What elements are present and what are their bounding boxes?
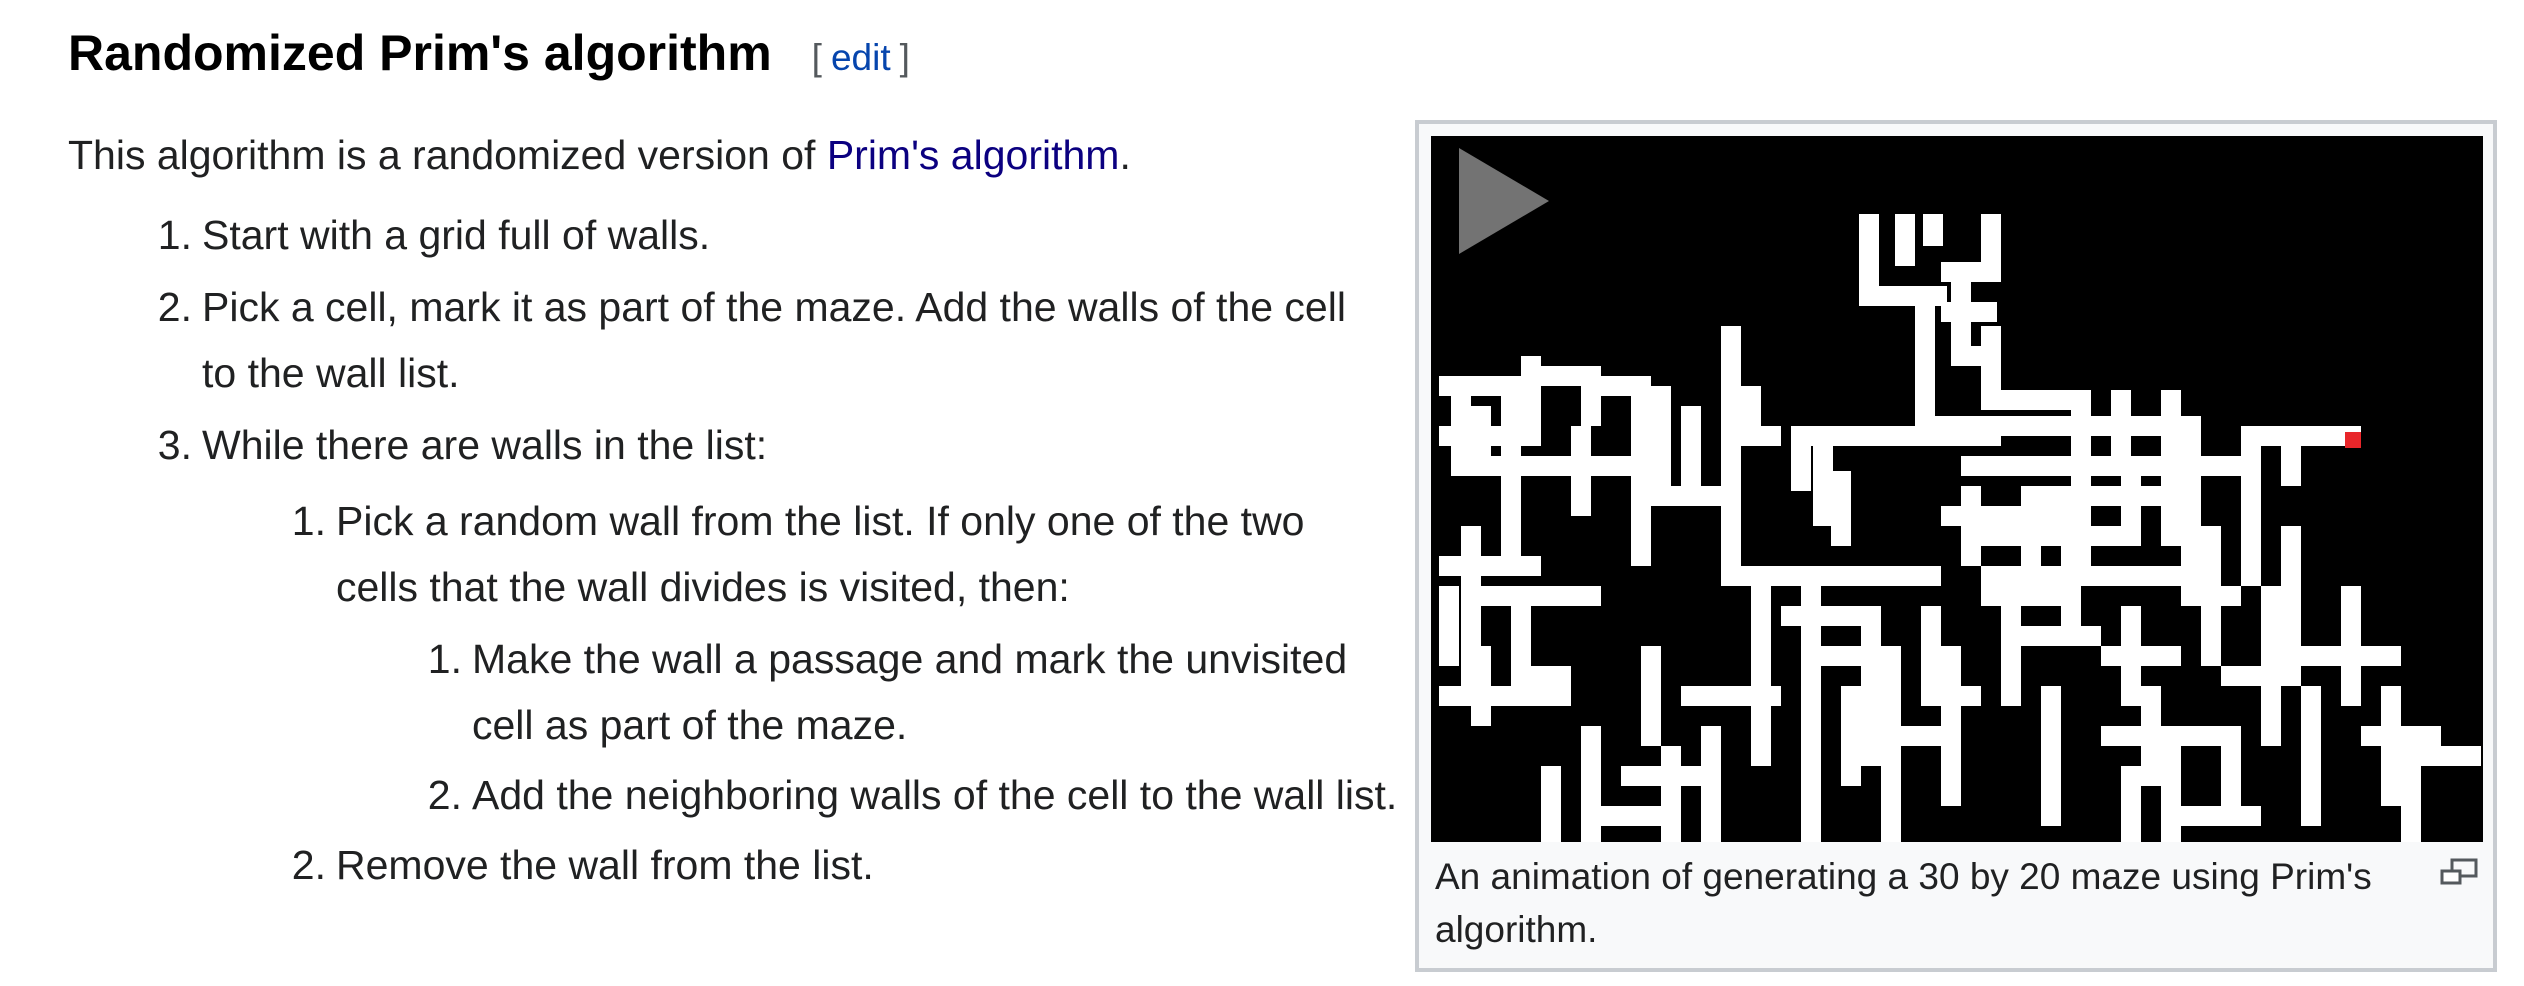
list-item: 1. Pick a random wall from the list. If … <box>292 488 1398 828</box>
list-item-text: Pick a cell, mark it as part of the maze… <box>202 284 1346 396</box>
list-item-text: Add the neighboring walls of the cell to… <box>472 772 1398 818</box>
list-number: 3. <box>157 422 192 468</box>
list-item-text: Make the wall a passage and mark the unv… <box>472 636 1348 748</box>
list-number: 2. <box>427 772 462 818</box>
list-item: 1. Make the wall a passage and mark the … <box>428 626 1402 758</box>
list-number: 2. <box>157 284 192 330</box>
edit-bracket-open: [ <box>811 37 822 78</box>
list-number: 1. <box>427 636 462 682</box>
list-item-text: Start with a grid full of walls. <box>202 212 711 258</box>
intro-text: This algorithm is a randomized version o… <box>68 132 827 178</box>
list-item-text: While there are walls in the list: <box>202 422 768 468</box>
figure-caption: An animation of generating a 30 by 20 ma… <box>1435 856 2372 950</box>
list-item-text: Remove the wall from the list. <box>336 842 874 888</box>
edit-bracket-close: ] <box>899 37 910 78</box>
list-number: 2. <box>291 842 326 888</box>
section-heading: Randomized Prim's algorithm [edit] <box>68 24 910 82</box>
current-cell-marker <box>2345 432 2361 448</box>
maze-animation[interactable] <box>1431 136 2483 842</box>
article-body: This algorithm is a randomized version o… <box>68 122 1398 904</box>
list-number: 1. <box>157 212 192 258</box>
maze-image <box>1439 214 2481 842</box>
intro-period: . <box>1119 132 1131 178</box>
subsubsteps-list: 1. Make the wall a passage and mark the … <box>428 626 1402 828</box>
figure-thumbnail: An animation of generating a 30 by 20 ma… <box>1415 120 2497 972</box>
list-item-text: Pick a random wall from the list. If onl… <box>336 498 1305 610</box>
play-icon[interactable] <box>1431 136 1561 266</box>
magnify-icon[interactable] <box>2439 858 2479 886</box>
edit-link[interactable]: edit <box>831 37 891 78</box>
list-item: 2. Pick a cell, mark it as part of the m… <box>158 274 1362 406</box>
list-item: 1. Start with a grid full of walls. <box>158 202 1362 268</box>
article-section: Randomized Prim's algorithm [edit] This … <box>0 0 2524 986</box>
steps-list: 1. Start with a grid full of walls. 2. P… <box>158 202 1398 898</box>
section-title: Randomized Prim's algorithm <box>68 25 772 81</box>
intro-paragraph: This algorithm is a randomized version o… <box>68 122 1388 188</box>
edit-section: [edit] <box>812 37 910 79</box>
prims-algorithm-link[interactable]: Prim's algorithm <box>827 132 1120 178</box>
list-item: 2. Add the neighboring walls of the cell… <box>428 762 1402 828</box>
list-item: 3. While there are walls in the list: 1.… <box>158 412 1398 898</box>
list-number: 1. <box>291 498 326 544</box>
substeps-list: 1. Pick a random wall from the list. If … <box>292 488 1398 898</box>
list-item: 2. Remove the wall from the list. <box>292 832 1386 898</box>
